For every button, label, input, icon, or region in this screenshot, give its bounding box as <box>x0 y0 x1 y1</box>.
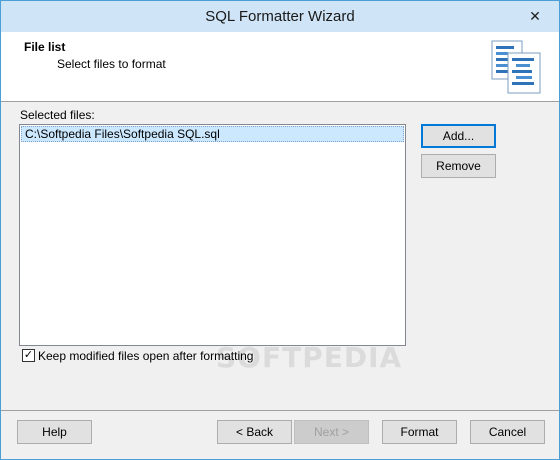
document-list-icon <box>491 40 541 94</box>
list-item[interactable]: C:\Softpedia Files\Softpedia SQL.sql <box>21 126 404 142</box>
keep-open-checkbox[interactable]: ✓ <box>22 349 35 362</box>
wizard-window: SQL Formatter Wizard ✕ File list Select … <box>0 0 560 460</box>
wizard-header: File list Select files to format <box>1 32 559 102</box>
help-button[interactable]: Help <box>17 420 92 444</box>
back-button[interactable]: < Back <box>217 420 292 444</box>
page-subtitle: Select files to format <box>57 57 166 71</box>
title-bar: SQL Formatter Wizard ✕ <box>1 1 559 32</box>
add-button[interactable]: Add... <box>421 124 496 148</box>
remove-button[interactable]: Remove <box>421 154 496 178</box>
footer-divider <box>1 410 559 411</box>
close-icon[interactable]: ✕ <box>525 7 545 25</box>
next-button[interactable]: Next > <box>294 420 369 444</box>
file-listbox[interactable]: C:\Softpedia Files\Softpedia SQL.sql <box>19 124 406 346</box>
format-button[interactable]: Format <box>382 420 457 444</box>
keep-open-label: Keep modified files open after formattin… <box>38 349 254 363</box>
selected-files-label: Selected files: <box>20 108 95 122</box>
window-title: SQL Formatter Wizard <box>205 8 355 25</box>
cancel-button[interactable]: Cancel <box>470 420 545 444</box>
page-title: File list <box>24 40 66 54</box>
